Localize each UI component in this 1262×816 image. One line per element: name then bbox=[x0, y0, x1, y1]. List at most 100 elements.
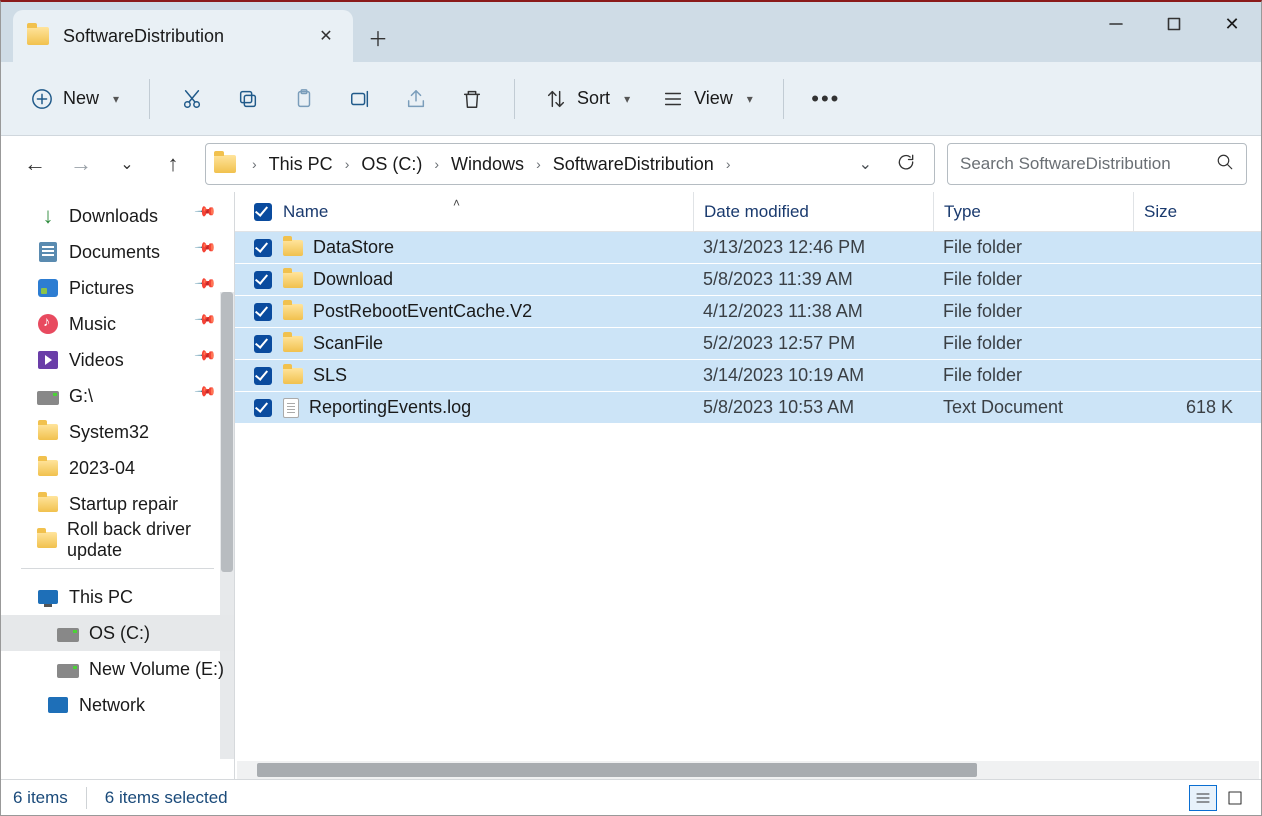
details-view-button[interactable] bbox=[1189, 785, 1217, 811]
separator bbox=[783, 79, 784, 119]
search-icon[interactable] bbox=[1216, 153, 1234, 176]
sidebar-item[interactable]: Pictures📌 bbox=[1, 270, 234, 306]
file-row[interactable]: ScanFile5/2/2023 12:57 PMFile folder bbox=[235, 328, 1261, 360]
file-row[interactable]: DataStore3/13/2023 12:46 PMFile folder bbox=[235, 232, 1261, 264]
pin-icon: 📌 bbox=[193, 271, 227, 305]
file-list-pane: Name ˄ Date modified Type Size DataStore… bbox=[235, 192, 1261, 779]
file-type: File folder bbox=[933, 301, 1133, 322]
maximize-button[interactable] bbox=[1145, 2, 1203, 46]
chevron-down-icon: ▾ bbox=[747, 92, 753, 106]
text-file-icon bbox=[283, 398, 299, 418]
breadcrumb-item[interactable]: OS (C:) bbox=[359, 154, 424, 175]
new-label: New bbox=[63, 88, 99, 109]
folder-icon bbox=[283, 272, 303, 288]
sort-button[interactable]: Sort ▾ bbox=[533, 77, 642, 121]
file-type: File folder bbox=[933, 237, 1133, 258]
view-button[interactable]: View ▾ bbox=[650, 77, 765, 121]
breadcrumb[interactable]: › This PC › OS (C:) › Windows › Software… bbox=[205, 143, 935, 185]
sidebar-item[interactable]: System32 bbox=[1, 414, 234, 450]
file-name: SLS bbox=[313, 365, 347, 386]
pin-icon: 📌 bbox=[193, 343, 227, 377]
row-checkbox[interactable] bbox=[243, 303, 283, 321]
chevron-down-icon: ▾ bbox=[624, 92, 630, 106]
active-tab[interactable]: SoftwareDistribution ✕ bbox=[13, 10, 353, 62]
back-button[interactable]: ← bbox=[21, 150, 49, 178]
file-row[interactable]: ReportingEvents.log5/8/2023 10:53 AMText… bbox=[235, 392, 1261, 424]
column-headers: Name ˄ Date modified Type Size bbox=[235, 192, 1261, 232]
drive-icon bbox=[57, 664, 79, 678]
column-header-type[interactable]: Type bbox=[933, 192, 1133, 231]
paste-button[interactable] bbox=[280, 77, 328, 121]
picture-icon bbox=[38, 279, 58, 297]
close-window-button[interactable]: ✕ bbox=[1203, 2, 1261, 46]
sidebar-drive-item[interactable]: New Volume (E:) bbox=[1, 651, 234, 687]
file-type: File folder bbox=[933, 333, 1133, 354]
sidebar-item[interactable]: Videos📌 bbox=[1, 342, 234, 378]
pin-icon: 📌 bbox=[193, 307, 227, 341]
row-checkbox[interactable] bbox=[243, 271, 283, 289]
sidebar-item[interactable]: Roll back driver update bbox=[1, 522, 234, 558]
separator bbox=[21, 568, 214, 569]
sidebar-item-label: Startup repair bbox=[69, 494, 178, 515]
breadcrumb-item[interactable]: Windows bbox=[449, 154, 526, 175]
rename-button[interactable] bbox=[336, 77, 384, 121]
separator bbox=[149, 79, 150, 119]
breadcrumb-item[interactable]: SoftwareDistribution bbox=[551, 154, 716, 175]
folder-icon bbox=[27, 27, 49, 45]
sidebar-this-pc[interactable]: This PC bbox=[1, 579, 234, 615]
refresh-button[interactable] bbox=[896, 152, 916, 177]
row-checkbox[interactable] bbox=[243, 399, 283, 417]
new-button[interactable]: New ▾ bbox=[19, 77, 131, 121]
horizontal-scrollbar[interactable] bbox=[237, 761, 1259, 779]
close-tab-button[interactable]: ✕ bbox=[311, 21, 341, 51]
video-icon bbox=[38, 351, 58, 369]
cut-button[interactable] bbox=[168, 77, 216, 121]
music-icon bbox=[38, 314, 58, 334]
search-input[interactable] bbox=[960, 154, 1206, 174]
thumbnails-view-button[interactable] bbox=[1221, 785, 1249, 811]
minimize-button[interactable] bbox=[1087, 2, 1145, 46]
breadcrumb-item[interactable]: This PC bbox=[267, 154, 335, 175]
row-checkbox[interactable] bbox=[243, 239, 283, 257]
file-row[interactable]: PostRebootEventCache.V24/12/2023 11:38 A… bbox=[235, 296, 1261, 328]
sidebar-item[interactable]: ↓Downloads📌 bbox=[1, 198, 234, 234]
up-button[interactable]: ↑ bbox=[159, 150, 187, 178]
new-tab-button[interactable]: ＋ bbox=[353, 12, 403, 62]
share-button[interactable] bbox=[392, 77, 440, 121]
sidebar-item-label: System32 bbox=[69, 422, 149, 443]
folder-icon bbox=[37, 532, 57, 548]
row-checkbox[interactable] bbox=[243, 335, 283, 353]
body: ↓Downloads📌Documents📌Pictures📌Music📌Vide… bbox=[1, 192, 1261, 779]
select-all-checkbox[interactable] bbox=[243, 203, 283, 221]
more-button[interactable]: ••• bbox=[802, 77, 850, 121]
sidebar-item[interactable]: 2023-04 bbox=[1, 450, 234, 486]
folder-icon bbox=[38, 424, 58, 440]
recent-locations-button[interactable]: ⌄ bbox=[113, 150, 141, 178]
chevron-right-icon: › bbox=[244, 156, 265, 172]
forward-button[interactable]: → bbox=[67, 150, 95, 178]
column-header-date[interactable]: Date modified bbox=[693, 192, 933, 231]
search-box[interactable] bbox=[947, 143, 1247, 185]
delete-button[interactable] bbox=[448, 77, 496, 121]
sidebar-item[interactable]: G:\📌 bbox=[1, 378, 234, 414]
address-bar-row: ← → ⌄ ↑ › This PC › OS (C:) › Windows › … bbox=[1, 136, 1261, 192]
file-name: DataStore bbox=[313, 237, 394, 258]
file-row[interactable]: Download5/8/2023 11:39 AMFile folder bbox=[235, 264, 1261, 296]
file-name: Download bbox=[313, 269, 393, 290]
breadcrumb-dropdown-icon[interactable]: ⌄ bbox=[859, 154, 872, 174]
drive-icon bbox=[57, 628, 79, 642]
sidebar-item[interactable]: Startup repair bbox=[1, 486, 234, 522]
row-checkbox[interactable] bbox=[243, 367, 283, 385]
window-controls: ✕ bbox=[1087, 2, 1261, 46]
status-item-count: 6 items bbox=[13, 788, 68, 808]
sidebar-network[interactable]: Network bbox=[1, 687, 234, 723]
file-name: ScanFile bbox=[313, 333, 383, 354]
folder-icon bbox=[283, 240, 303, 256]
column-header-name[interactable]: Name ˄ bbox=[283, 202, 693, 222]
copy-button[interactable] bbox=[224, 77, 272, 121]
sidebar-item[interactable]: Music📌 bbox=[1, 306, 234, 342]
sidebar-drive-item[interactable]: OS (C:) bbox=[1, 615, 234, 651]
column-header-size[interactable]: Size bbox=[1133, 192, 1233, 231]
file-row[interactable]: SLS3/14/2023 10:19 AMFile folder bbox=[235, 360, 1261, 392]
sidebar-item[interactable]: Documents📌 bbox=[1, 234, 234, 270]
